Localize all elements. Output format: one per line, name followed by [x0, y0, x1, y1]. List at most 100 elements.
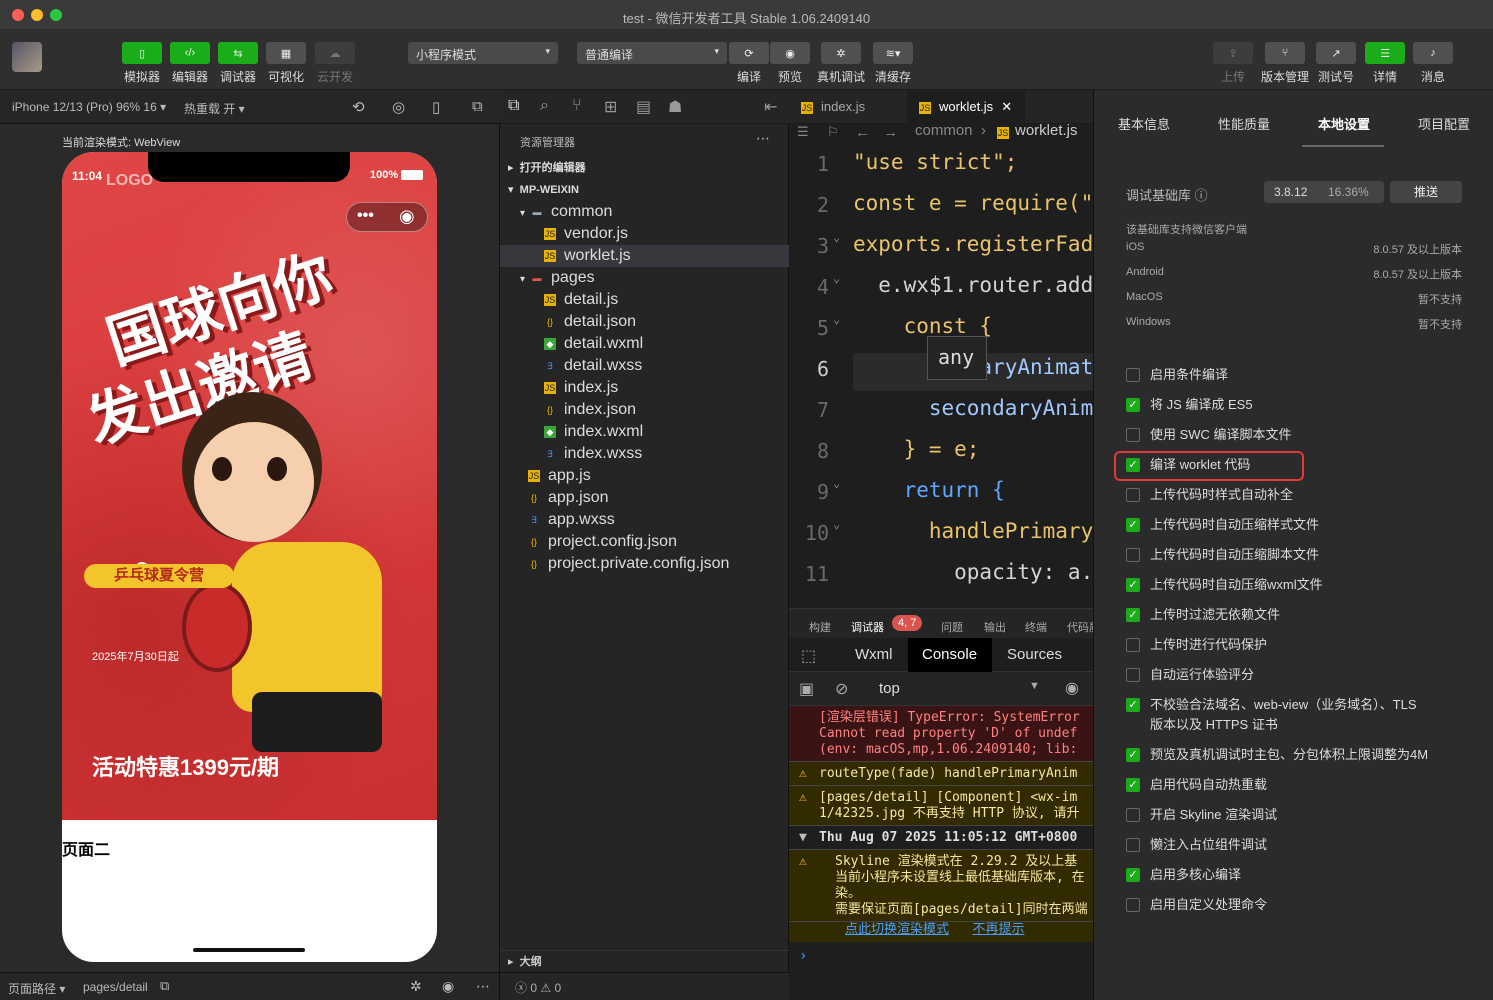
- close-mp-icon[interactable]: ◉: [399, 206, 415, 227]
- debugger-button[interactable]: ⇆ 调试器: [216, 42, 260, 85]
- search-icon[interactable]: ⌕: [540, 97, 549, 115]
- panel-icon[interactable]: ▤: [636, 97, 651, 117]
- version-button[interactable]: ⑂ 版本管理: [1259, 42, 1311, 85]
- dismiss-link[interactable]: 不再提示: [973, 922, 1025, 937]
- setting-option[interactable]: ✓ 将 JS 编译成 ES5: [1126, 396, 1466, 414]
- setting-option[interactable]: 使用 SWC 编译脚本文件: [1126, 426, 1466, 444]
- file-tree-item[interactable]: ◆ index.wxml: [500, 421, 789, 443]
- tab-code-quality[interactable]: 代码质量: [1067, 619, 1093, 635]
- file-tree-item[interactable]: {} project.config.json: [500, 531, 789, 553]
- files-icon[interactable]: ⧉: [508, 97, 519, 115]
- bookmark-icon[interactable]: ⚐: [827, 124, 839, 140]
- file-tree-item[interactable]: ∃ index.wxss: [500, 443, 789, 465]
- setting-option[interactable]: 启用条件编译: [1126, 366, 1466, 384]
- checkbox[interactable]: ✓: [1126, 518, 1140, 532]
- forward-icon[interactable]: →: [883, 124, 898, 141]
- open-editors-section[interactable]: ▸ 打开的编辑器: [500, 157, 789, 179]
- stop-icon[interactable]: ◎: [392, 98, 405, 116]
- setting-option[interactable]: 自动运行体验评分: [1126, 666, 1466, 684]
- file-tree-item[interactable]: JS app.js: [500, 465, 789, 487]
- fold-icon[interactable]: ⌄: [833, 312, 840, 326]
- console-warning[interactable]: ⚠ [pages/detail] [Component] <wx-im 1/4232…: [789, 786, 1093, 826]
- setting-option[interactable]: ✓ 上传代码时自动压缩样式文件: [1126, 516, 1466, 534]
- compile-button[interactable]: ⟳ 编译: [729, 42, 769, 85]
- outline-section[interactable]: ▸ 大纲: [500, 950, 789, 972]
- git-icon[interactable]: ⑂: [572, 97, 582, 115]
- console-warning[interactable]: ⚠ routeType(fade) handlePrimaryAnim: [789, 762, 1093, 786]
- console-error[interactable]: [渲染层错误] TypeError: SystemError Cannot rea…: [789, 706, 1093, 762]
- lib-version-select[interactable]: 3.8.12 16.36%: [1264, 181, 1384, 203]
- remote-debug-button[interactable]: ✲ 真机调试: [815, 42, 867, 85]
- file-tree-item[interactable]: {} app.json: [500, 487, 789, 509]
- breadcrumb-file[interactable]: worklet.js: [1015, 122, 1078, 139]
- close-icon[interactable]: ✕: [1001, 99, 1012, 114]
- capsule-menu[interactable]: ••• ◉: [346, 202, 428, 232]
- tab-project-config[interactable]: 项目配置: [1418, 114, 1470, 133]
- file-tree-item[interactable]: JS index.js: [500, 377, 789, 399]
- checkbox[interactable]: [1126, 488, 1140, 502]
- checkbox[interactable]: [1126, 898, 1140, 912]
- eye-icon[interactable]: ◉: [442, 978, 454, 995]
- simulator-button[interactable]: ▯ 模拟器: [120, 42, 164, 85]
- clear-icon[interactable]: ⊘: [835, 679, 848, 699]
- tab-output[interactable]: 输出: [984, 619, 1006, 635]
- setting-option[interactable]: 上传代码时样式自动补全: [1126, 486, 1466, 504]
- setting-option[interactable]: ✓ 启用代码自动热重载: [1126, 776, 1466, 794]
- messages-button[interactable]: ♪ 消息: [1412, 42, 1454, 85]
- tab-problems[interactable]: 问题: [941, 619, 963, 635]
- checkbox[interactable]: [1126, 368, 1140, 382]
- setting-option[interactable]: ✓ 上传时过滤无依赖文件: [1126, 606, 1466, 624]
- setting-option[interactable]: 上传代码时自动压缩脚本文件: [1126, 546, 1466, 564]
- checkbox[interactable]: [1126, 808, 1140, 822]
- editor-button[interactable]: ‹/› 编辑器: [168, 42, 212, 85]
- fold-icon[interactable]: ⌄: [833, 271, 840, 285]
- cloud-dev-button[interactable]: ☁ 云开发: [313, 42, 357, 85]
- inspect-icon[interactable]: ⬚: [801, 646, 816, 666]
- checkbox[interactable]: ✓: [1126, 868, 1140, 882]
- tab-terminal[interactable]: 终端: [1025, 619, 1047, 635]
- console-group[interactable]: ▼ Thu Aug 07 2025 11:05:12 GMT+0800: [789, 826, 1093, 850]
- details-button[interactable]: ☰ 详情: [1364, 42, 1406, 85]
- more-icon[interactable]: ⋯: [476, 978, 490, 995]
- sidebar-icon[interactable]: ▣: [799, 679, 814, 699]
- tab-wxml[interactable]: Wxml: [855, 646, 893, 663]
- checkbox[interactable]: [1126, 838, 1140, 852]
- file-tree-item[interactable]: JS vendor.js: [500, 223, 789, 245]
- setting-option[interactable]: ✓ 启用多核心编译: [1126, 866, 1466, 884]
- checkbox[interactable]: ✓: [1126, 698, 1140, 712]
- code-editor[interactable]: 1 "use strict"; 2 const e = require(" 3 expor…: [789, 144, 1093, 608]
- more-icon[interactable]: •••: [357, 207, 374, 225]
- file-tree-item[interactable]: {} project.private.config.json: [500, 553, 789, 575]
- tab-local-settings[interactable]: 本地设置: [1318, 114, 1370, 133]
- file-tree-item[interactable]: ∃ detail.wxss: [500, 355, 789, 377]
- file-tree-item[interactable]: {} index.json: [500, 399, 789, 421]
- test-account-button[interactable]: ↗ 测试号: [1315, 42, 1357, 85]
- file-tree-item[interactable]: ◆ detail.wxml: [500, 333, 789, 355]
- tab-worklet-js[interactable]: JS worklet.js ✕: [907, 90, 1025, 124]
- page-path-select[interactable]: 页面路径 ▾: [8, 980, 65, 997]
- checkbox[interactable]: ✓: [1126, 578, 1140, 592]
- file-tree-item[interactable]: ▾ ▬ pages: [500, 267, 789, 289]
- fold-icon[interactable]: ⌄: [833, 517, 840, 531]
- console-warning[interactable]: ⚠ Skyline 渲染模式在 2.29.2 及以上基 当前小程序未设置线上最低基础…: [789, 850, 1093, 922]
- tab-index-js[interactable]: JS index.js: [789, 90, 907, 124]
- hotreload-toggle[interactable]: 热重载 开 ▾: [184, 100, 245, 117]
- rotate-icon[interactable]: ⟲: [352, 98, 365, 116]
- file-tree-item[interactable]: JS worklet.js: [500, 245, 789, 267]
- checkbox[interactable]: ✓: [1126, 398, 1140, 412]
- checkbox[interactable]: ✓: [1126, 748, 1140, 762]
- checkbox[interactable]: [1126, 668, 1140, 682]
- setting-option[interactable]: ✓ 不校验合法域名、web-view（业务域名）、TLS 版本以及 HTTPS 证书: [1126, 696, 1466, 732]
- preview-button[interactable]: ◉ 预览: [770, 42, 810, 85]
- fold-icon[interactable]: ⌄: [833, 230, 840, 244]
- tab-console[interactable]: Console: [908, 638, 992, 672]
- checkbox[interactable]: [1126, 428, 1140, 442]
- back-icon[interactable]: ←: [855, 124, 870, 141]
- file-tree-item[interactable]: {} detail.json: [500, 311, 789, 333]
- file-tree-item[interactable]: JS detail.js: [500, 289, 789, 311]
- tab-performance[interactable]: 性能质量: [1218, 114, 1270, 133]
- tab-build[interactable]: 构建: [809, 619, 831, 635]
- console-prompt[interactable]: ›: [799, 948, 807, 964]
- device-select[interactable]: iPhone 12/13 (Pro) 96% 16 ▾: [12, 100, 166, 114]
- console-output[interactable]: [渲染层错误] TypeError: SystemError Cannot rea…: [789, 706, 1093, 1000]
